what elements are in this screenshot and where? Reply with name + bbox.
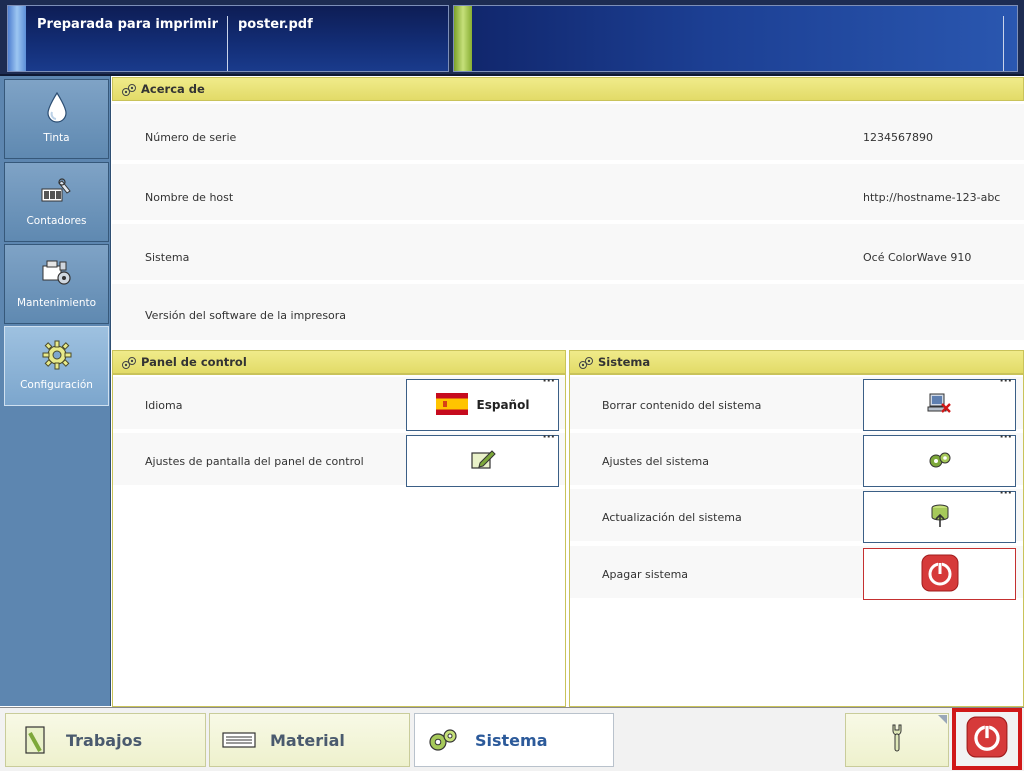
sidebar-item-tinta[interactable]: Tinta [4,79,109,159]
edit-screen-icon [470,449,496,474]
more-icon: ··· [999,374,1012,387]
sidebar-item-contadores[interactable]: Contadores [4,162,109,242]
status-stripe [454,6,472,71]
gear-icon [5,337,108,373]
more-icon: ··· [999,430,1012,443]
tools-button[interactable] [845,713,949,767]
more-icon: ··· [542,430,555,443]
more-icon: ··· [542,374,555,387]
software-version-label: Versión del software de la impresora [145,309,347,322]
setting-row-shutdown: Apagar sistema [570,546,1023,600]
display-settings-label: Ajustes de pantalla del panel de control [145,455,364,468]
system-update-label: Actualización del sistema [602,511,742,524]
section-title: Acerca de [141,82,205,96]
system-header: Sistema [569,350,1024,374]
serial-number-label: Número de serie [145,131,237,144]
system-list: Borrar contenido del sistema ··· Ajustes… [569,374,1024,707]
sidebar-item-label: Contadores [26,215,87,227]
system-value: Océ ColorWave 910 [863,251,972,264]
erase-system-label: Borrar contenido del sistema [602,399,762,412]
about-row: Sistema Océ ColorWave 910 [112,224,1024,282]
power-button[interactable] [952,708,1022,770]
section-title: Sistema [598,355,651,369]
about-row: Número de serie 1234567890 [112,104,1024,162]
media-icon [222,725,256,755]
setting-row-language: Idioma ··· Español [113,374,565,431]
sidebar-item-label: Configuración [20,379,93,391]
hostname-label: Nombre de host [145,191,234,204]
job-status-panel[interactable]: Preparada para imprimir poster.pdf [7,5,449,72]
system-label: Sistema [145,251,190,264]
more-icon: ··· [999,486,1012,499]
section-title: Panel de control [141,355,247,369]
erase-system-icon [927,392,953,419]
setting-row-erase: Borrar contenido del sistema ··· [570,374,1023,431]
tab-label: Material [270,730,345,750]
tab-sistema[interactable]: Sistema [414,713,614,767]
hostname-value: http://hostname-123-abc [863,191,1001,204]
control-panel-list: Idioma ··· Español Ajustes de pantalla d… [112,374,566,707]
sidebar-item-configuracion[interactable]: Configuración [4,326,109,406]
counters-icon [5,173,108,209]
about-row: Nombre de host http://hostname-123-abc [112,164,1024,222]
about-header: Acerca de [112,77,1024,101]
wrench-icon [889,723,905,757]
about-row: Versión del software de la impresora [112,284,1024,342]
system-settings-button[interactable]: ··· [863,430,1016,487]
power-icon [921,554,959,595]
shutdown-button[interactable] [863,548,1016,600]
bottom-tab-bar: Trabajos Material Sistema [0,707,1024,771]
system-update-icon [929,503,951,532]
job-state-text: Preparada para imprimir [37,17,218,32]
tab-material[interactable]: Material [209,713,410,767]
tab-label: Trabajos [66,730,143,750]
language-value: Español [476,398,530,412]
file-name-text: poster.pdf [238,17,313,32]
spain-flag-icon [435,392,468,418]
language-label: Idioma [145,399,183,412]
maintenance-icon [5,255,108,291]
system-settings-label: Ajustes del sistema [602,455,709,468]
sidebar-item-label: Mantenimiento [16,297,97,309]
power-icon [966,716,1008,762]
queue-status-panel[interactable] [453,5,1018,72]
system-update-button[interactable]: ··· [863,486,1016,543]
tab-label: Sistema [475,730,548,750]
about-list: Número de serie 1234567890 Nombre de hos… [112,102,1024,346]
tab-trabajos[interactable]: Trabajos [5,713,206,767]
jobs-icon [18,725,52,755]
status-bar: Preparada para imprimir poster.pdf [0,0,1024,76]
ink-drop-icon [5,90,108,126]
system-gears-icon [121,82,137,104]
sidebar-item-label: Tinta [43,132,70,144]
system-gears-icon [427,725,461,755]
shutdown-label: Apagar sistema [602,568,689,581]
setting-row-system-settings: Ajustes del sistema ··· [570,430,1023,487]
sidebar-item-mantenimiento[interactable]: Mantenimiento [4,244,109,324]
display-settings-button[interactable]: ··· [406,430,559,487]
control-panel-header: Panel de control [112,350,566,374]
erase-system-button[interactable]: ··· [863,374,1016,431]
serial-number-value: 1234567890 [863,131,933,144]
status-divider [227,16,228,71]
setting-row-update: Actualización del sistema ··· [570,486,1023,543]
status-divider [1003,16,1004,71]
system-settings-icon [927,450,953,473]
status-stripe [8,6,26,71]
setting-row-display: Ajustes de pantalla del panel de control… [113,430,565,487]
sidebar: Tinta Contadores Mantenimiento Configura… [0,76,111,706]
language-button[interactable]: ··· Español [406,374,559,431]
corner-indicator [938,715,947,724]
